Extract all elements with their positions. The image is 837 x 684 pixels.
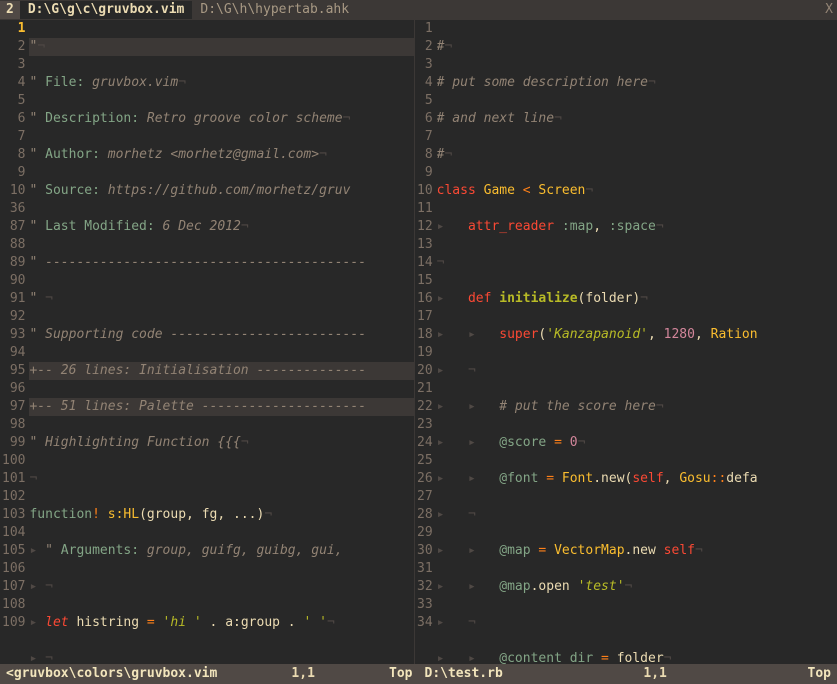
status-pos-right: 1,1 <box>643 665 666 683</box>
pane-left[interactable]: 1 2 3 4 5 6 7 8 9 10 36 87 88 89 90 91 9… <box>0 20 415 664</box>
code-left[interactable]: "¬ " File: gruvbox.vim¬ " Description: R… <box>29 20 414 664</box>
fold-palette[interactable]: +-- 51 lines: Palette ------------------… <box>29 398 414 416</box>
fold-init[interactable]: +-- 26 lines: Initialisation -----------… <box>29 362 414 380</box>
gutter-right: 1 2 3 4 5 6 7 8 9 10 11 12 13 14 15 16 1… <box>415 20 437 664</box>
code-right[interactable]: #¬ # put some description here¬ # and ne… <box>437 20 837 664</box>
status-scroll-right: Top <box>808 665 831 683</box>
tab-bar: 2 D:\G\g\c\gruvbox.vim D:\G\h\hypertab.a… <box>0 0 837 20</box>
tab-hypertab[interactable]: D:\G\h\hypertab.ahk <box>192 1 357 19</box>
gutter-left: 1 2 3 4 5 6 7 8 9 10 36 87 88 89 90 91 9… <box>0 20 29 664</box>
status-file-right: D:\test.rb <box>425 665 503 683</box>
close-icon[interactable]: X <box>825 1 833 19</box>
tab-gruvbox[interactable]: D:\G\g\c\gruvbox.vim <box>20 1 193 19</box>
editor-panes: 1 2 3 4 5 6 7 8 9 10 36 87 88 89 90 91 9… <box>0 20 837 664</box>
pane-right[interactable]: 1 2 3 4 5 6 7 8 9 10 11 12 13 14 15 16 1… <box>415 20 837 664</box>
status-pos-left: 1,1 <box>291 665 314 683</box>
status-scroll-left: Top <box>389 665 412 683</box>
status-file-left: <gruvbox\colors\gruvbox.vim <box>6 665 217 683</box>
status-bar: <gruvbox\colors\gruvbox.vim 1,1 Top D:\t… <box>0 664 837 684</box>
tab-count: 2 <box>0 1 20 19</box>
